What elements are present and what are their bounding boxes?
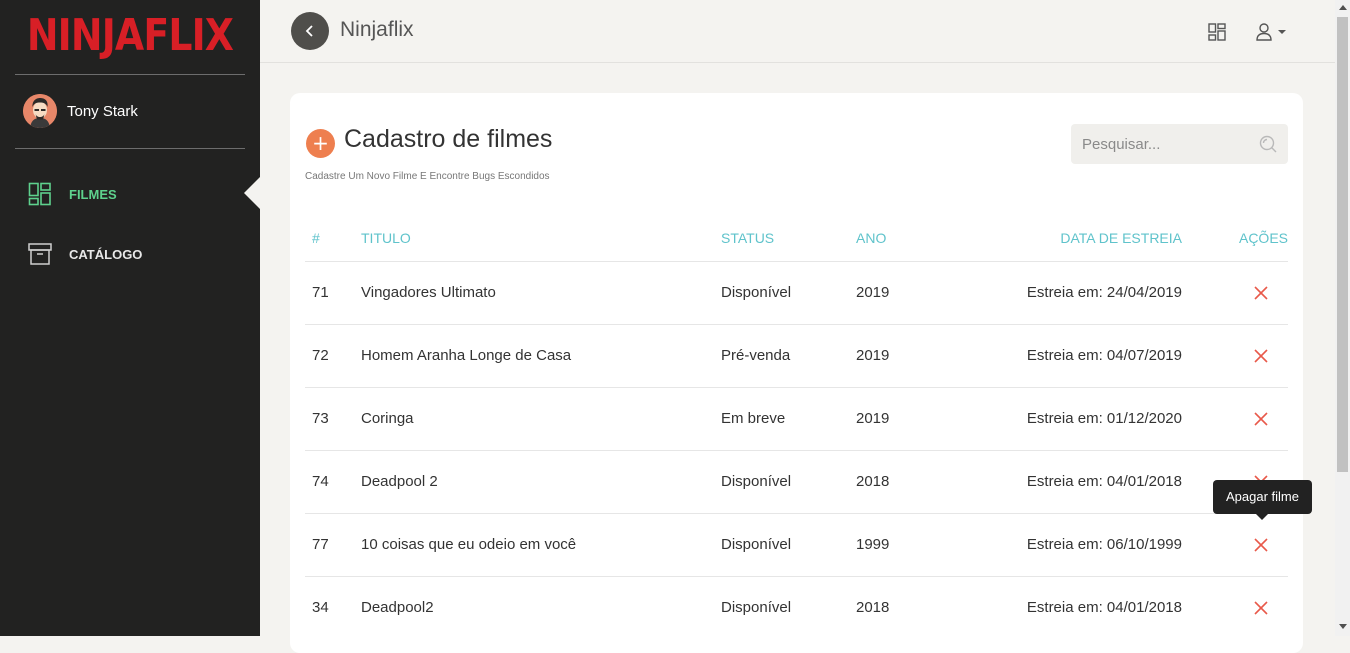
table-row[interactable]: 73 Coringa Em breve 2019 Estreia em: 01/… [290,388,1303,451]
caret-down-icon [1278,30,1286,34]
movie-status: Disponível [721,473,792,490]
movie-premiere: Estreia em: 24/04/2019 [1026,284,1182,301]
tooltip-arrow [1256,514,1268,520]
table-row[interactable]: 71 Vingadores Ultimato Disponível 2019 E… [290,262,1303,325]
column-header-year[interactable]: ANO [856,230,886,246]
scrollbar-thumb[interactable] [1337,17,1348,472]
table-row[interactable]: 72 Homem Aranha Longe de Casa Pré-venda … [290,325,1303,388]
movie-year: 2018 [856,599,890,616]
sidebar-item-filmes[interactable]: FILMES [28,182,117,206]
user-name: Tony Stark [67,102,138,120]
sidebar-item-label: CATÁLOGO [69,246,143,262]
column-header-id[interactable]: # [312,230,320,246]
table-row[interactable]: 77 10 coisas que eu odeio em você Dispon… [290,514,1303,577]
search-icon[interactable] [1259,135,1277,153]
back-button[interactable] [291,12,329,50]
movie-id: 74 [312,473,329,490]
active-item-pointer [244,177,260,209]
movie-year: 2019 [856,284,890,301]
movie-year: 2018 [856,473,890,490]
delete-icon[interactable] [1253,285,1269,301]
scroll-down-arrow-icon[interactable] [1339,624,1347,629]
card-subtitle: Cadastre Um Novo Filme E Encontre Bugs E… [305,171,550,182]
movie-premiere: Estreia em: 04/01/2018 [1026,599,1182,616]
movie-premiere: Estreia em: 04/07/2019 [1026,347,1182,364]
table-row[interactable]: 74 Deadpool 2 Disponível 2018 Estreia em… [290,451,1303,514]
movie-status: Disponível [721,284,792,301]
column-header-actions: AÇÕES [1238,230,1288,246]
movie-title: Deadpool 2 [361,473,438,490]
movie-status: Em breve [721,410,786,427]
movie-year: 1999 [856,536,890,553]
delete-icon[interactable] [1253,348,1269,364]
sidebar: NINJAFLIX Tony Stark FILMES CATÁLOGO [0,0,260,636]
movie-year: 2019 [856,410,890,427]
scrollbar[interactable] [1335,0,1350,636]
user-profile[interactable]: Tony Stark [23,94,138,128]
delete-icon[interactable] [1253,600,1269,616]
avatar [23,94,57,128]
page-title: Ninjaflix [340,18,414,41]
movie-title: Deadpool2 [361,599,434,616]
movie-title: Coringa [361,410,414,427]
add-movie-button[interactable]: + [306,129,335,158]
sidebar-item-label: FILMES [69,186,117,202]
movie-title: Vingadores Ultimato [361,284,496,301]
user-menu-button[interactable] [1256,22,1290,42]
sidebar-item-catalogo[interactable]: CATÁLOGO [28,242,142,266]
search-input[interactable] [1071,124,1257,164]
sidebar-divider [15,74,245,75]
movie-premiere: Estreia em: 04/01/2018 [1026,473,1182,490]
movie-id: 72 [312,347,329,364]
delete-icon[interactable] [1253,411,1269,427]
ninjaflix-logo[interactable]: NINJAFLIX [18,8,242,64]
movies-card: + Cadastro de filmes Cadastre Um Novo Fi… [290,93,1303,653]
movie-status: Disponível [721,599,792,616]
movie-status: Pré-venda [721,347,791,364]
movie-premiere: Estreia em: 06/10/1999 [1026,536,1182,553]
dashboard-icon [28,182,51,206]
card-title: Cadastro de filmes [344,125,553,153]
archive-box-icon [28,243,52,265]
layout-grid-icon[interactable] [1208,23,1226,41]
movie-title: Homem Aranha Longe de Casa [361,347,572,364]
user-icon [1256,23,1272,41]
column-header-status[interactable]: STATUS [721,230,774,246]
search-box [1071,124,1288,164]
movie-premiere: Estreia em: 01/12/2020 [1026,410,1182,427]
delete-tooltip: Apagar filme [1213,480,1312,514]
delete-icon[interactable] [1253,537,1269,553]
movie-year: 2019 [856,347,890,364]
movie-title: 10 coisas que eu odeio em você [361,536,577,553]
table-row[interactable]: 34 Deadpool2 Disponível 2018 Estreia em:… [290,577,1303,640]
sidebar-divider [15,148,245,149]
chevron-left-icon [305,25,313,37]
column-header-premiere[interactable]: DATA DE ESTREIA [1060,230,1182,246]
movie-id: 71 [312,284,329,301]
movie-id: 34 [312,599,329,616]
top-bar: Ninjaflix [260,0,1335,63]
movie-id: 77 [312,536,329,553]
movie-status: Disponível [721,536,792,553]
scroll-up-arrow-icon[interactable] [1339,5,1347,10]
movie-id: 73 [312,410,329,427]
column-header-title[interactable]: TITULO [361,230,411,246]
